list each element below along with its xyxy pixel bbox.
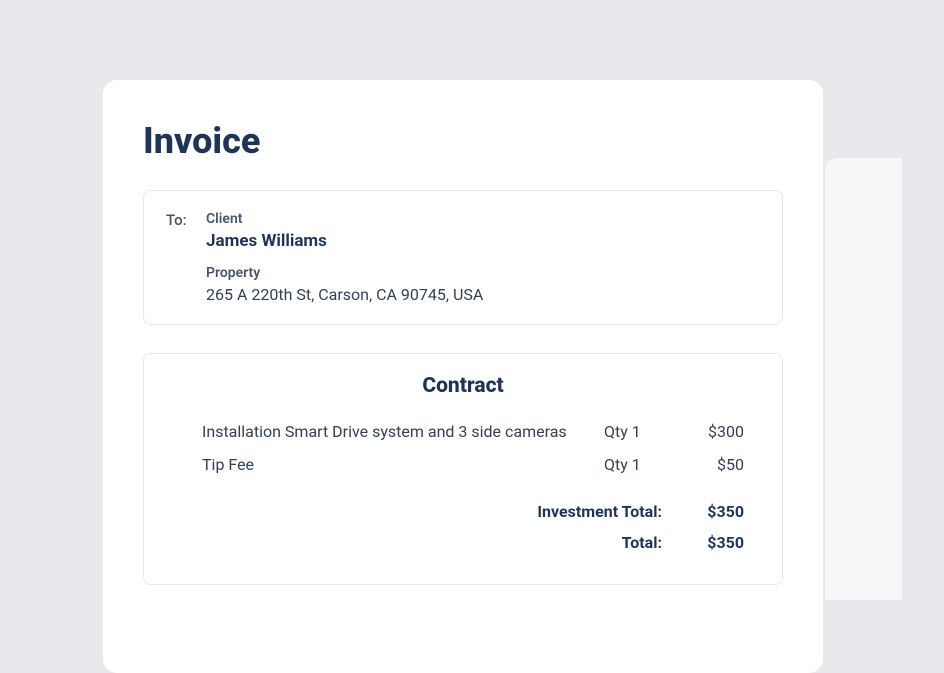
line-item-qty: Qty 1 <box>604 455 684 474</box>
investment-total-value: $350 <box>684 502 744 521</box>
grand-total-label: Total: <box>202 533 684 552</box>
client-label: Client <box>206 211 760 227</box>
grand-total-row: Total: $350 <box>202 533 744 552</box>
line-item: Installation Smart Drive system and 3 si… <box>202 422 744 441</box>
contract-panel: Contract Installation Smart Drive system… <box>143 353 783 585</box>
grand-total-value: $350 <box>684 533 744 552</box>
investment-total-row: Investment Total: $350 <box>202 502 744 521</box>
line-item: Tip Fee Qty 1 $50 <box>202 455 744 474</box>
line-item-price: $300 <box>684 422 744 441</box>
line-item-qty: Qty 1 <box>604 422 684 441</box>
line-item-description: Tip Fee <box>202 455 604 474</box>
property-label: Property <box>206 265 760 281</box>
property-address: 265 A 220th St, Carson, CA 90745, USA <box>206 285 760 304</box>
invoice-card: Invoice To: Client James Williams Proper… <box>103 80 823 673</box>
recipient-panel: To: Client James Williams Property 265 A… <box>143 190 783 325</box>
client-name: James Williams <box>206 231 760 251</box>
line-item-price: $50 <box>684 455 744 474</box>
page-title: Invoice <box>143 120 783 162</box>
totals-section: Investment Total: $350 Total: $350 <box>166 502 760 552</box>
investment-total-label: Investment Total: <box>202 502 684 521</box>
line-item-description: Installation Smart Drive system and 3 si… <box>202 422 604 441</box>
to-label: To: <box>166 211 190 229</box>
background-card <box>825 158 902 600</box>
line-items: Installation Smart Drive system and 3 si… <box>166 422 760 474</box>
contract-title: Contract <box>166 374 760 398</box>
